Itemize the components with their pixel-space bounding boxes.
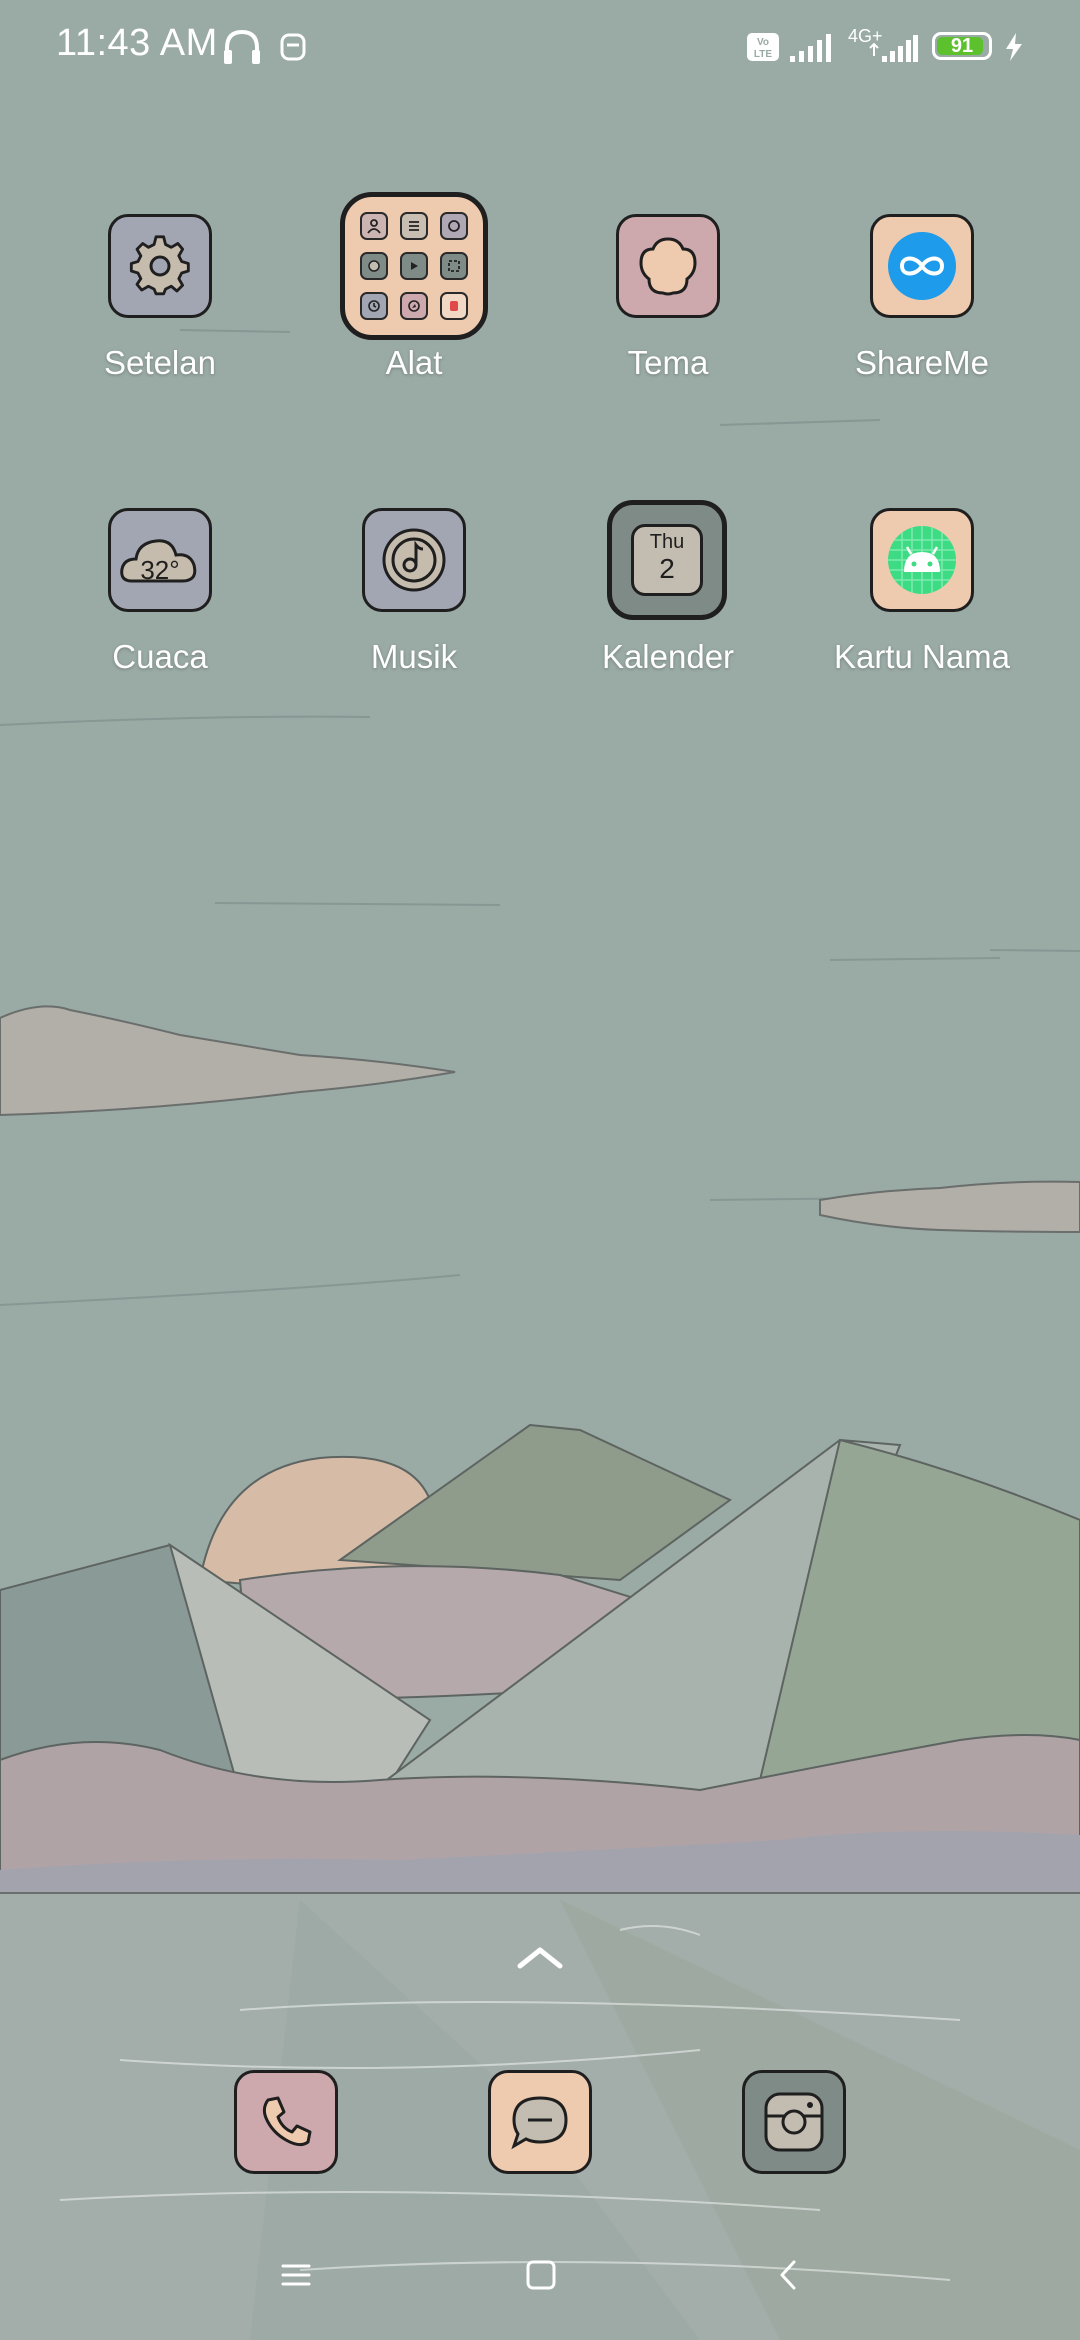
camera-icon <box>742 2070 846 2174</box>
folder-icon <box>340 192 488 340</box>
app-label: Kartu Nama <box>833 638 1011 675</box>
calendar-date: Thu 2 <box>631 524 703 596</box>
app-label: Musik <box>370 638 458 675</box>
app-musik[interactable]: Musik <box>289 458 539 698</box>
volte-icon: Vo LTE <box>747 33 779 61</box>
message-icon <box>488 2070 592 2174</box>
dock-messages[interactable] <box>488 2070 592 2174</box>
app-shareme[interactable]: ShareMe <box>797 164 1047 404</box>
charging-icon <box>1006 33 1022 61</box>
svg-text:LTE: LTE <box>754 49 772 60</box>
menu-icon <box>281 2264 311 2286</box>
app-drawer-chevron-icon[interactable] <box>516 1944 564 1970</box>
app-cuaca[interactable]: 32° Cuaca <box>35 458 285 698</box>
app-kartu-nama[interactable]: Kartu Nama <box>797 458 1047 698</box>
battery-icon: 91 <box>932 32 992 60</box>
dock-camera[interactable] <box>742 2070 846 2174</box>
nav-back-button[interactable] <box>758 2250 818 2300</box>
face-unlock-icon <box>280 33 306 61</box>
flower-icon <box>616 214 720 318</box>
home-icon <box>526 2260 556 2290</box>
mi-app-icon <box>440 292 468 320</box>
app-setelan[interactable]: Setelan <box>35 164 285 404</box>
signal-icon <box>790 34 831 62</box>
nav-home-button[interactable] <box>511 2250 571 2300</box>
security-icon <box>360 252 388 280</box>
compass-icon <box>400 292 428 320</box>
scanner-icon <box>440 252 468 280</box>
app-label: Alat <box>385 344 443 381</box>
calendar-day: 2 <box>659 553 675 584</box>
app-kalender[interactable]: Thu 2 Kalender <box>543 458 793 698</box>
gear-icon <box>108 214 212 318</box>
signal-icon <box>869 35 918 62</box>
music-disc-icon <box>362 508 466 612</box>
headphones-icon <box>224 29 260 64</box>
app-tema[interactable]: Tema <box>543 164 793 404</box>
calendar-icon: Thu 2 <box>607 500 727 620</box>
battery-level: 91 <box>950 35 974 57</box>
app-label: ShareMe <box>855 344 989 381</box>
recorder-icon <box>440 212 468 240</box>
calendar-day-of-week: Thu <box>649 531 685 553</box>
infinity-icon <box>870 214 974 318</box>
dock-phone[interactable] <box>234 2070 338 2174</box>
video-icon <box>400 252 428 280</box>
weather-temperature: 32° <box>140 555 180 585</box>
svg-text:Vo: Vo <box>757 37 769 48</box>
back-icon <box>780 2260 796 2290</box>
status-bar: 11:43 AM Vo LTE 4G+ 91 <box>0 0 1080 96</box>
clock-icon <box>360 292 388 320</box>
app-label: Cuaca <box>112 638 208 675</box>
cloud-icon: 32° <box>108 508 212 612</box>
notes-icon <box>400 212 428 240</box>
nav-menu-button[interactable] <box>266 2250 326 2300</box>
contacts-icon <box>360 212 388 240</box>
app-alat-folder[interactable]: Alat <box>289 164 539 404</box>
status-time: 11:43 AM <box>56 22 218 64</box>
app-label: Setelan <box>104 344 216 381</box>
phone-icon <box>234 2070 338 2174</box>
app-label: Kalender <box>601 638 735 675</box>
app-label: Tema <box>627 344 709 381</box>
android-icon <box>870 508 974 612</box>
